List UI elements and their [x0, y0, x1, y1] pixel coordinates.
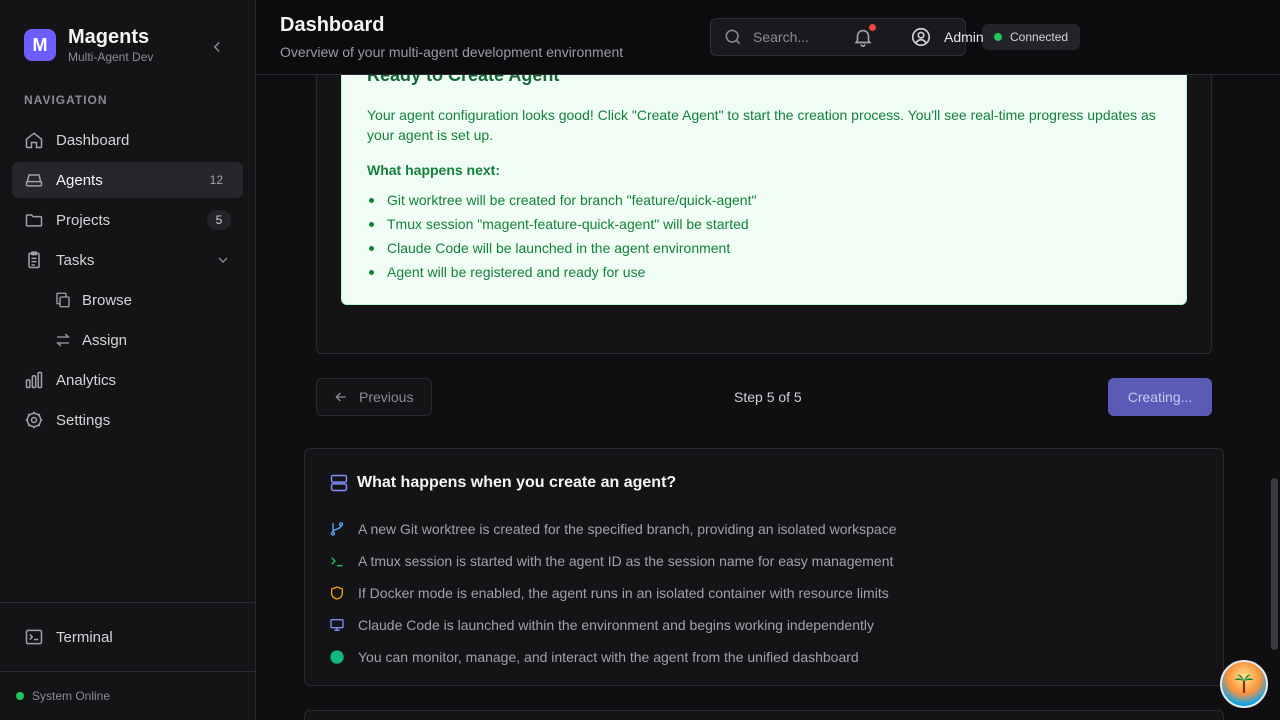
brand-name: Magents	[68, 26, 150, 48]
info-card: What happens when you create an agent? A…	[304, 448, 1224, 686]
sidebar-item-label: Projects	[56, 211, 111, 229]
ready-panel: Ready to Create Agent Your agent configu…	[341, 75, 1187, 305]
status-dot-icon	[329, 649, 345, 665]
next-card	[304, 710, 1224, 720]
git-branch-icon	[329, 521, 345, 537]
sidebar-item-tasks[interactable]: Tasks	[12, 242, 243, 278]
info-text: A tmux session is started with the agent…	[358, 553, 894, 569]
sidebar-item-analytics[interactable]: Analytics	[12, 362, 243, 398]
projects-count: 5	[207, 210, 231, 230]
folder-icon	[24, 210, 44, 230]
status-dot-icon	[16, 692, 24, 700]
info-text: A new Git worktree is created for the sp…	[358, 521, 897, 537]
sidebar-divider	[0, 602, 256, 603]
home-icon	[24, 130, 44, 150]
main-content: Ready to Create Agent Your agent configu…	[256, 75, 1266, 720]
sidebar-item-browse[interactable]: Browse	[12, 282, 243, 318]
info-text: If Docker mode is enabled, the agent run…	[358, 585, 889, 601]
sidebar-item-label: Tasks	[56, 251, 95, 269]
chevron-down-icon[interactable]	[215, 252, 231, 268]
list-item: A tmux session is started with the agent…	[329, 545, 897, 577]
sidebar-item-label: Browse	[82, 291, 133, 309]
sidebar-item-label: Analytics	[56, 371, 117, 389]
list-item: Claude Code is launched within the envir…	[329, 609, 897, 641]
list-item: If Docker mode is enabled, the agent run…	[329, 577, 897, 609]
system-status: System Online	[16, 689, 110, 703]
info-text: You can monitor, manage, and interact wi…	[358, 649, 859, 665]
notification-dot	[869, 24, 876, 31]
ready-description: Your agent configuration looks good! Cli…	[367, 107, 1156, 143]
previous-button[interactable]: Previous	[316, 378, 432, 416]
sidebar-item-label: Dashboard	[56, 131, 130, 149]
sidebar-item-projects[interactable]: Projects 5	[12, 202, 243, 238]
scrollbar-thumb[interactable]	[1271, 478, 1278, 650]
monitor-icon	[329, 617, 345, 633]
search-icon	[723, 27, 743, 47]
create-agent-button[interactable]: Creating...	[1108, 378, 1212, 416]
list-item: Tmux session "magent-feature-quick-agent…	[367, 212, 756, 236]
sidebar-item-label: Terminal	[56, 628, 113, 646]
user-circle-icon	[910, 26, 932, 48]
sidebar-divider	[0, 671, 256, 672]
sidebar-item-dashboard[interactable]: Dashboard	[12, 122, 243, 158]
sidebar-item-agents[interactable]: Agents 12	[12, 162, 243, 198]
arrow-left-icon	[333, 389, 349, 405]
sidebar-item-label: Settings	[56, 411, 111, 429]
ready-title: Ready to Create Agent	[367, 75, 560, 85]
shield-icon	[329, 585, 345, 601]
copy-icon	[54, 291, 72, 309]
user-name: Admin	[944, 29, 984, 45]
list-item: Agent will be registered and ready for u…	[367, 260, 756, 284]
page-subtitle: Overview of your multi-agent development…	[280, 44, 624, 60]
brand[interactable]: M Magents Multi-Agent Dev	[24, 26, 153, 64]
top-header: Dashboard Overview of your multi-agent d…	[256, 0, 1280, 75]
agents-count: 12	[209, 173, 223, 187]
terminal-icon	[24, 627, 44, 647]
user-menu[interactable]: Admin	[910, 26, 984, 48]
info-title: What happens when you create an agent?	[357, 474, 677, 491]
brand-subtitle: Multi-Agent Dev	[68, 50, 154, 64]
chevron-left-icon[interactable]	[208, 38, 226, 56]
connection-badge: Connected	[982, 24, 1081, 50]
status-dot-icon	[994, 33, 1002, 41]
next-steps-heading: What happens next:	[367, 162, 501, 178]
next-steps-list: Git worktree will be created for branch …	[367, 188, 756, 284]
sidebar-item-assign[interactable]: Assign	[12, 322, 243, 358]
hard-drive-icon	[24, 170, 44, 190]
sidebar-item-label: Agents	[56, 171, 103, 189]
sidebar-nav: Dashboard Agents 12 Projects 5 Tasks Bro…	[12, 122, 243, 442]
info-text: Claude Code is launched within the envir…	[358, 617, 875, 633]
palm-tree-icon	[1231, 669, 1257, 700]
sidebar-item-settings[interactable]: Settings	[12, 402, 243, 438]
list-item: Git worktree will be created for branch …	[367, 188, 756, 212]
system-status-text: System Online	[32, 689, 111, 703]
assistant-avatar-button[interactable]	[1220, 660, 1268, 708]
connection-text: Connected	[1010, 30, 1069, 44]
brand-logo: M	[24, 29, 56, 61]
step-indicator: Step 5 of 5	[734, 389, 802, 405]
bar-chart-icon	[24, 370, 44, 390]
gear-icon	[24, 410, 44, 430]
nav-section-label: NAVIGATION	[24, 93, 108, 107]
list-item: A new Git worktree is created for the sp…	[329, 513, 897, 545]
arrows-swap-icon	[54, 331, 72, 349]
sidebar-item-terminal[interactable]: Terminal	[12, 619, 243, 655]
list-item: You can monitor, manage, and interact wi…	[329, 641, 897, 673]
info-list: A new Git worktree is created for the sp…	[329, 513, 897, 673]
terminal-prompt-icon	[329, 553, 345, 569]
clipboard-icon	[24, 250, 44, 270]
list-item: Claude Code will be launched in the agen…	[367, 236, 756, 260]
sidebar: M Magents Multi-Agent Dev NAVIGATION Das…	[0, 0, 256, 720]
sidebar-item-label: Assign	[82, 331, 128, 349]
previous-label: Previous	[359, 389, 414, 405]
page-title: Dashboard	[280, 14, 385, 36]
server-icon	[329, 473, 349, 493]
